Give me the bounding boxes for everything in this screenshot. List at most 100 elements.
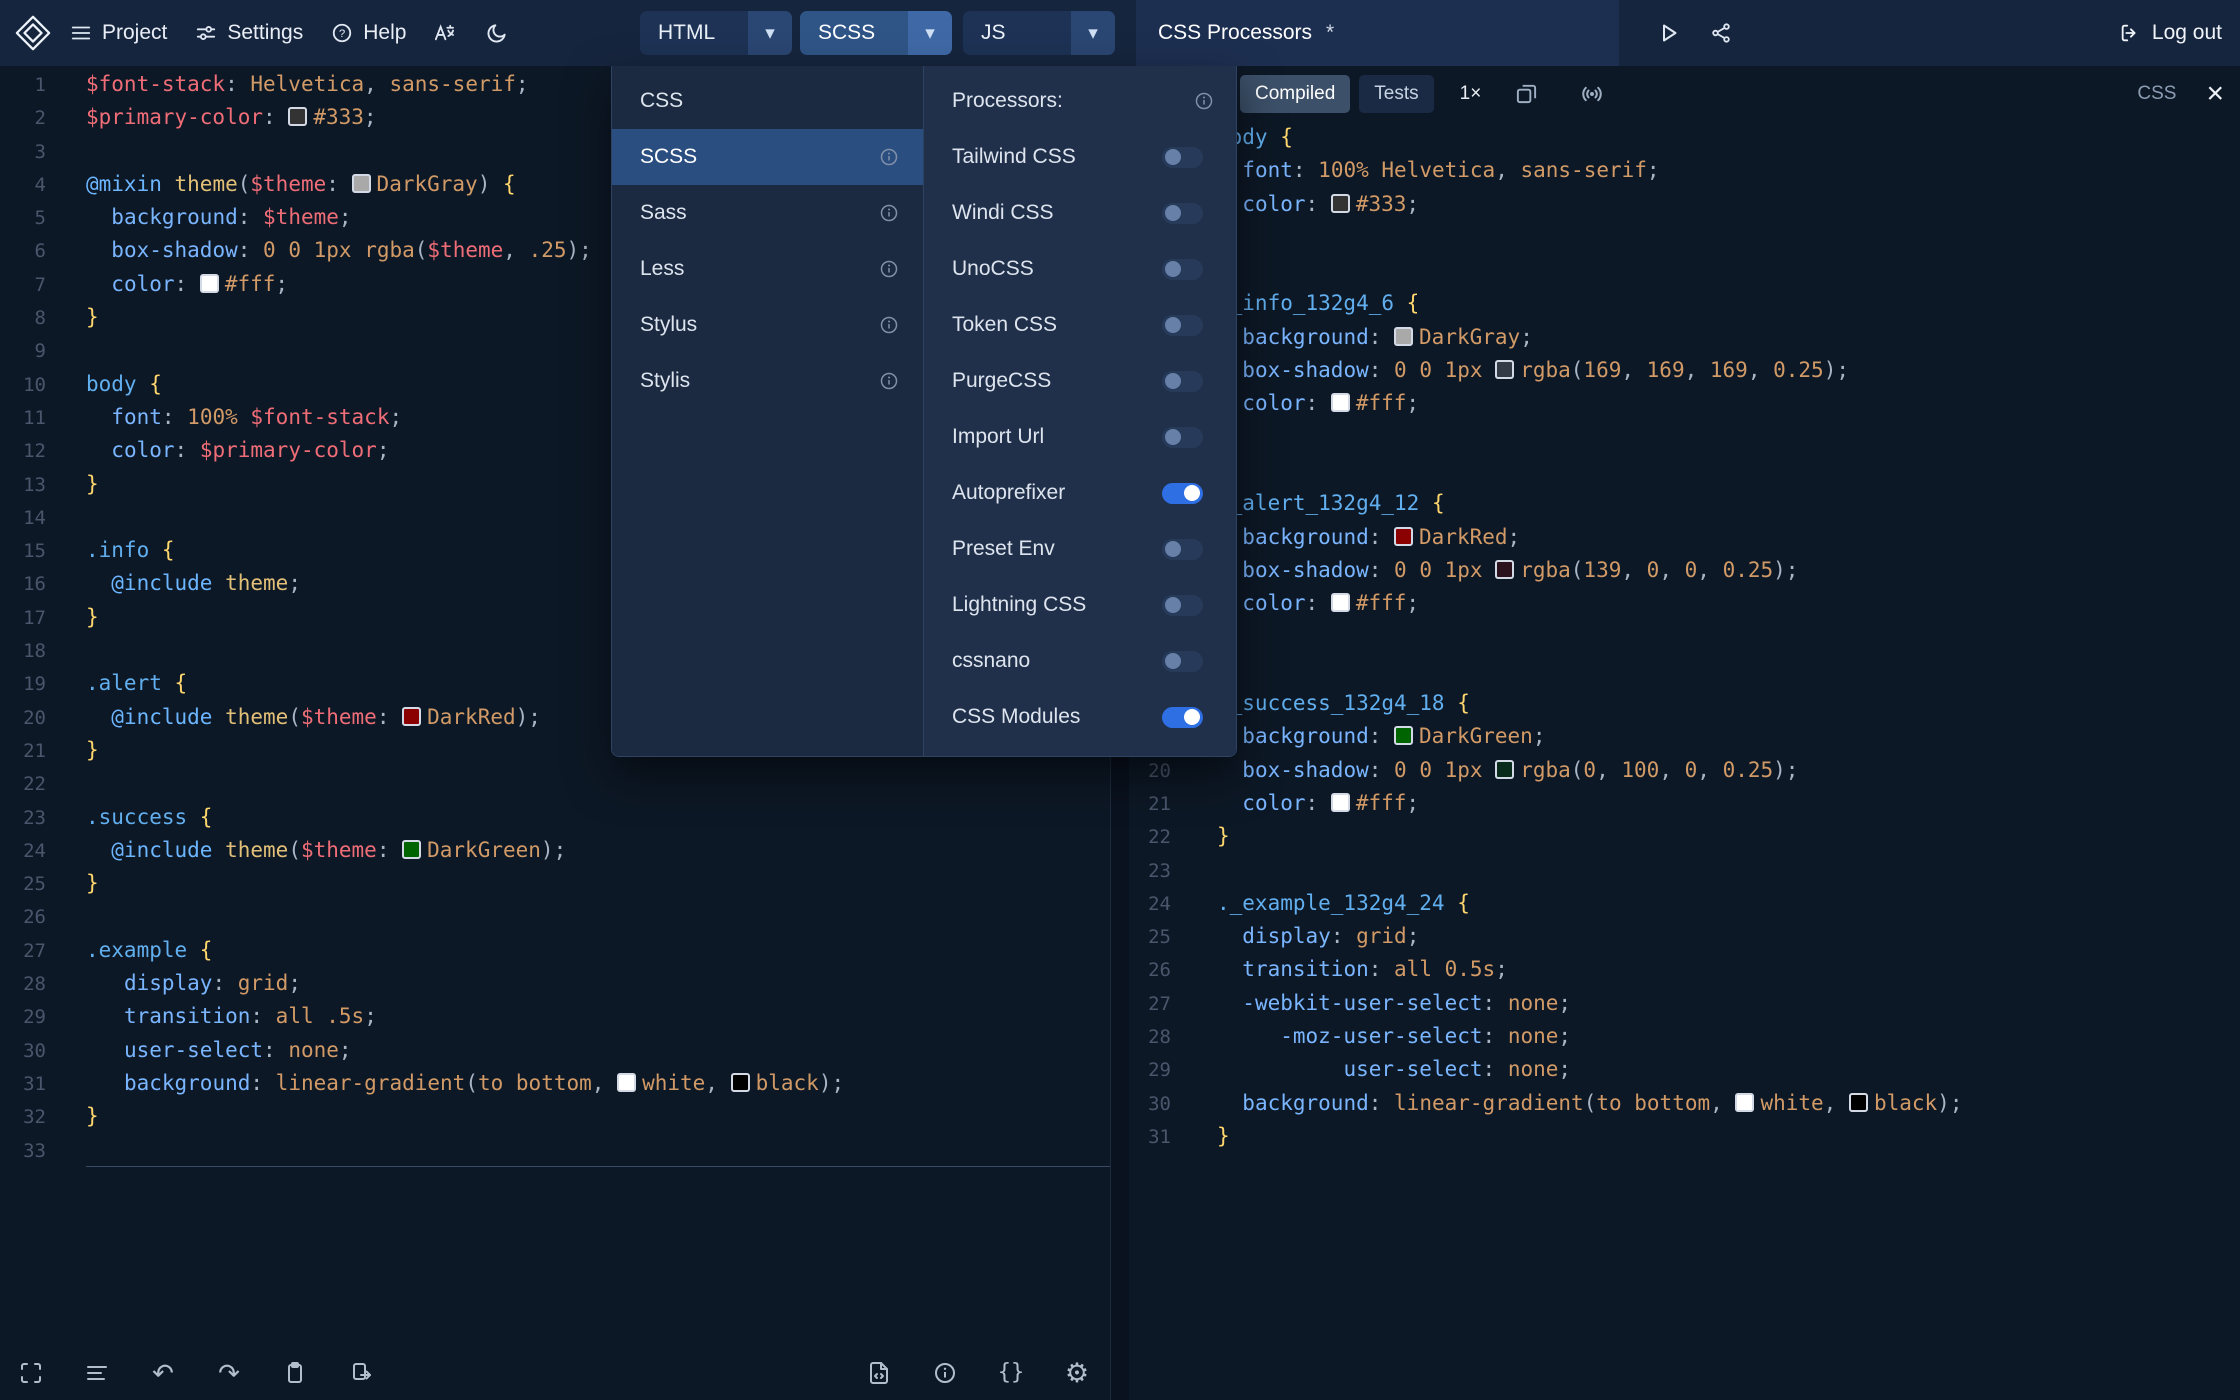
- html-panel-select[interactable]: HTML ▾: [640, 11, 792, 55]
- info-icon[interactable]: [879, 259, 899, 279]
- style-option-less[interactable]: Less: [612, 241, 923, 297]
- settings-menu-button[interactable]: Settings: [195, 21, 303, 45]
- color-swatch[interactable]: [1330, 593, 1350, 613]
- color-swatch[interactable]: [402, 839, 422, 859]
- code-line-5[interactable]: 5: [1129, 254, 2240, 287]
- color-swatch[interactable]: [1394, 726, 1414, 746]
- project-title-tab[interactable]: CSS Processors *: [1136, 0, 1619, 66]
- code-line-31[interactable]: 31 background: linear-gradient(to bottom…: [0, 1067, 1110, 1100]
- toggle-lightning-css[interactable]: [1162, 594, 1203, 616]
- info-icon[interactable]: [879, 147, 899, 167]
- editor-info-button[interactable]: [932, 1357, 958, 1389]
- info-icon[interactable]: [1194, 91, 1214, 111]
- code-line-10[interactable]: 10}: [1129, 421, 2240, 454]
- processor-row-unocss[interactable]: UnoCSS: [924, 241, 1236, 297]
- code-line-13[interactable]: 13 background: DarkRed;: [1129, 521, 2240, 554]
- processor-row-tailwind-css[interactable]: Tailwind CSS: [924, 129, 1236, 185]
- color-swatch[interactable]: [1394, 526, 1414, 546]
- style-option-stylus[interactable]: Stylus: [612, 297, 923, 353]
- logout-button[interactable]: Log out: [2119, 0, 2222, 66]
- toggle-css-modules[interactable]: [1162, 706, 1203, 728]
- code-line-26[interactable]: 26 transition: all 0.5s;: [1129, 953, 2240, 986]
- code-line-4[interactable]: 4}: [1129, 221, 2240, 254]
- color-swatch[interactable]: [617, 1072, 637, 1092]
- info-icon[interactable]: [879, 371, 899, 391]
- color-swatch[interactable]: [730, 1072, 750, 1092]
- color-swatch[interactable]: [1330, 393, 1350, 413]
- js-panel-select[interactable]: JS ▾: [963, 11, 1115, 55]
- toggle-purgecss[interactable]: [1162, 370, 1203, 392]
- processor-row-cssnano[interactable]: cssnano: [924, 633, 1236, 689]
- code-line-21[interactable]: 21 color: #fff;: [1129, 787, 2240, 820]
- tab-compiled[interactable]: Compiled: [1240, 74, 1351, 113]
- code-line-30[interactable]: 30 user-select: none;: [0, 1034, 1110, 1067]
- processor-row-purgecss[interactable]: PurgeCSS: [924, 353, 1236, 409]
- toggle-import-url[interactable]: [1162, 426, 1203, 448]
- paste-code-button[interactable]: [348, 1357, 374, 1389]
- share-button[interactable]: [1698, 0, 1744, 66]
- code-line-28[interactable]: 28 -moz-user-select: none;: [1129, 1020, 2240, 1053]
- toggle-tailwind-css[interactable]: [1162, 146, 1203, 168]
- color-swatch[interactable]: [1848, 1092, 1868, 1112]
- processor-row-preset-env[interactable]: Preset Env: [924, 521, 1236, 577]
- code-line-12[interactable]: 12._alert_132g4_12 {: [1129, 487, 2240, 520]
- toggle-windi-css[interactable]: [1162, 202, 1203, 224]
- dark-mode-button[interactable]: [485, 22, 508, 45]
- info-icon[interactable]: [879, 203, 899, 223]
- code-line-23[interactable]: 23: [1129, 854, 2240, 887]
- color-swatch[interactable]: [1735, 1092, 1755, 1112]
- processor-row-css-modules[interactable]: CSS Modules: [924, 689, 1236, 745]
- processor-row-autoprefixer[interactable]: Autoprefixer: [924, 465, 1236, 521]
- color-swatch[interactable]: [1495, 559, 1515, 579]
- translate-button[interactable]: [432, 22, 455, 45]
- color-swatch[interactable]: [1330, 792, 1350, 812]
- chevron-down-icon[interactable]: ▾: [908, 11, 952, 55]
- help-menu-button[interactable]: ? Help: [331, 21, 406, 45]
- format-code-button[interactable]: [84, 1357, 110, 1389]
- code-line-25[interactable]: 25 display: grid;: [1129, 920, 2240, 953]
- processor-row-token-css[interactable]: Token CSS: [924, 297, 1236, 353]
- color-swatch[interactable]: [1330, 193, 1350, 213]
- color-swatch[interactable]: [288, 107, 308, 127]
- code-line-24[interactable]: 24 ._example_132g4_24 {: [1129, 887, 2240, 920]
- code-line-26[interactable]: 26: [0, 900, 1110, 933]
- color-swatch[interactable]: [402, 706, 422, 726]
- toggle-token-css[interactable]: [1162, 314, 1203, 336]
- code-line-28[interactable]: 28 display: grid;: [0, 967, 1110, 1000]
- processor-row-import-url[interactable]: Import Url: [924, 409, 1236, 465]
- editor-settings-button[interactable]: ⚙: [1064, 1357, 1090, 1389]
- style-option-sass[interactable]: Sass: [612, 185, 923, 241]
- code-line-22[interactable]: 22}: [1129, 820, 2240, 853]
- code-line-30[interactable]: 30 background: linear-gradient(to bottom…: [1129, 1087, 2240, 1120]
- code-line-32[interactable]: 32}: [0, 1100, 1110, 1133]
- code-line-29[interactable]: 29 user-select: none;: [1129, 1053, 2240, 1086]
- code-line-1[interactable]: 1body {: [1129, 121, 2240, 154]
- app-logo[interactable]: [14, 14, 52, 52]
- tab-tests[interactable]: Tests: [1359, 74, 1434, 113]
- code-line-9[interactable]: 9 color: #fff;: [1129, 387, 2240, 420]
- live-reload-button[interactable]: [1577, 82, 1607, 106]
- code-line-6[interactable]: 6._info_132g4_6 {: [1129, 287, 2240, 320]
- code-line-22[interactable]: 22: [0, 767, 1110, 800]
- open-preview-button[interactable]: [1511, 82, 1541, 105]
- selection-tool-button[interactable]: [18, 1357, 44, 1389]
- code-line-20[interactable]: 20 box-shadow: 0 0 1px rgba(0, 100, 0, 0…: [1129, 754, 2240, 787]
- code-line-18[interactable]: 18._success_132g4_18 {: [1129, 687, 2240, 720]
- code-line-17[interactable]: 17: [1129, 654, 2240, 687]
- code-line-2[interactable]: 2 font: 100% Helvetica, sans-serif;: [1129, 154, 2240, 187]
- code-line-27[interactable]: 27 -webkit-user-select: none;: [1129, 987, 2240, 1020]
- style-option-css[interactable]: CSS: [612, 73, 923, 129]
- project-menu-button[interactable]: Project: [70, 21, 167, 45]
- code-line-11[interactable]: 11: [1129, 454, 2240, 487]
- code-line-31[interactable]: 31}: [1129, 1120, 2240, 1153]
- code-line-23[interactable]: 23 .success {: [0, 801, 1110, 834]
- clipboard-button[interactable]: [282, 1357, 308, 1389]
- code-line-8[interactable]: 8 box-shadow: 0 0 1px rgba(169, 169, 169…: [1129, 354, 2240, 387]
- style-option-scss[interactable]: SCSS: [612, 129, 923, 185]
- info-icon[interactable]: [879, 315, 899, 335]
- code-line-29[interactable]: 29 transition: all .5s;: [0, 1000, 1110, 1033]
- processor-row-windi-css[interactable]: Windi CSS: [924, 185, 1236, 241]
- zoom-level[interactable]: 1×: [1460, 83, 1482, 105]
- compiled-code-area[interactable]: 1body {2 font: 100% Helvetica, sans-seri…: [1129, 121, 2240, 1400]
- chevron-down-icon[interactable]: ▾: [748, 11, 792, 55]
